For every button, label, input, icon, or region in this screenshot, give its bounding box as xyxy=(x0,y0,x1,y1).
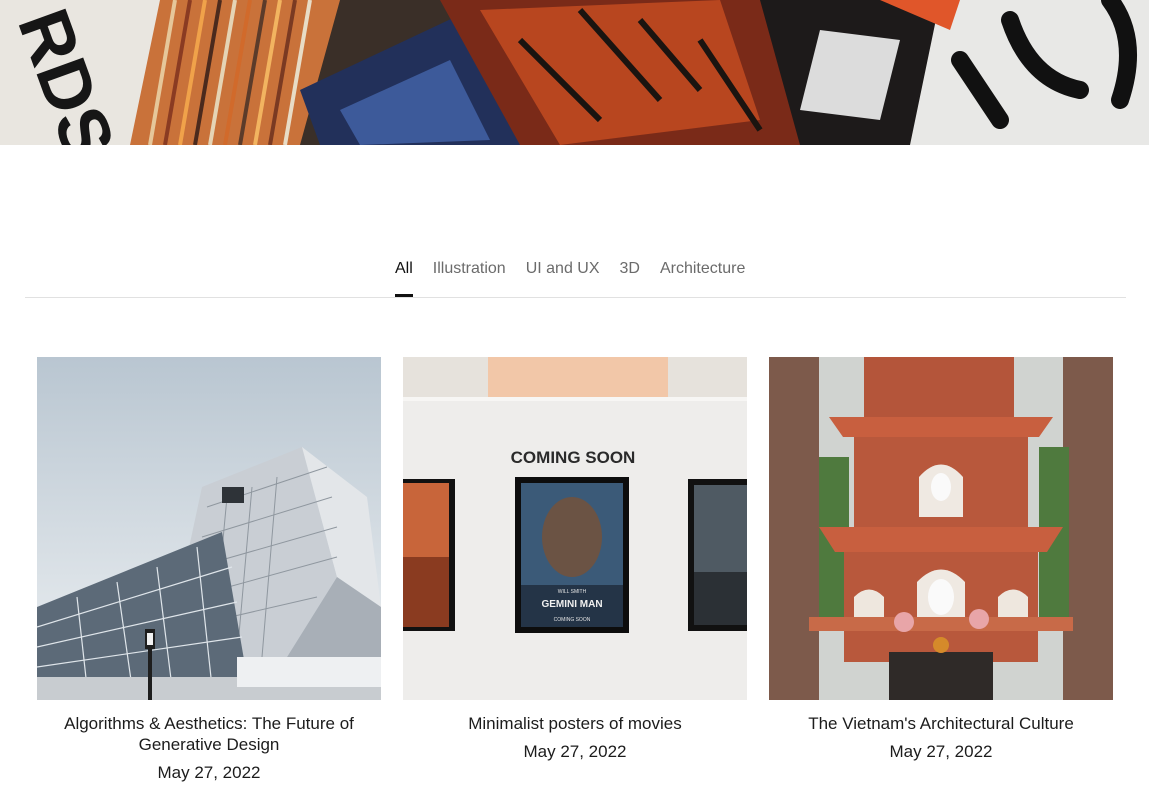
post-image-modern-building[interactable] xyxy=(37,357,381,700)
post-card[interactable]: COMING SOON WILL SMITH GEMINI MAN COMING… xyxy=(403,357,747,763)
post-date: May 27, 2022 xyxy=(157,763,261,782)
poster-footer-text: COMING SOON xyxy=(554,617,591,623)
post-title[interactable]: The Vietnam's Architectural Culture xyxy=(769,713,1113,734)
pagoda-illustration xyxy=(769,357,1113,700)
tab-architecture[interactable]: Architecture xyxy=(660,257,745,295)
tab-row: All Illustration UI and UX 3D Architectu… xyxy=(395,257,745,297)
post-date: May 27, 2022 xyxy=(523,742,627,761)
post-card[interactable]: Algorithms & Aesthetics: The Future of G… xyxy=(37,357,381,784)
tab-3d[interactable]: 3D xyxy=(620,257,640,295)
category-tabs: All Illustration UI and UX 3D Architectu… xyxy=(25,257,1126,298)
poster-actor-text: WILL SMITH xyxy=(558,589,587,595)
post-image-movie-posters[interactable]: COMING SOON WILL SMITH GEMINI MAN COMING… xyxy=(403,357,747,700)
hero-banner-image: RDS xyxy=(0,0,1149,145)
post-date: May 27, 2022 xyxy=(889,742,993,761)
post-title[interactable]: Minimalist posters of movies xyxy=(403,713,747,734)
hero-artwork: RDS xyxy=(0,0,1149,145)
post-image-pagoda[interactable] xyxy=(769,357,1113,700)
coming-soon-sign: COMING SOON xyxy=(511,448,636,467)
posters-illustration: COMING SOON WILL SMITH GEMINI MAN COMING… xyxy=(403,357,747,700)
tab-all[interactable]: All xyxy=(395,257,413,297)
post-card[interactable]: The Vietnam's Architectural Culture May … xyxy=(769,357,1113,763)
building-illustration xyxy=(37,357,381,700)
post-title[interactable]: Algorithms & Aesthetics: The Future of G… xyxy=(37,713,381,755)
poster-title-text: GEMINI MAN xyxy=(541,599,602,610)
tab-illustration[interactable]: Illustration xyxy=(433,257,506,295)
tab-ui-and-ux[interactable]: UI and UX xyxy=(526,257,600,295)
